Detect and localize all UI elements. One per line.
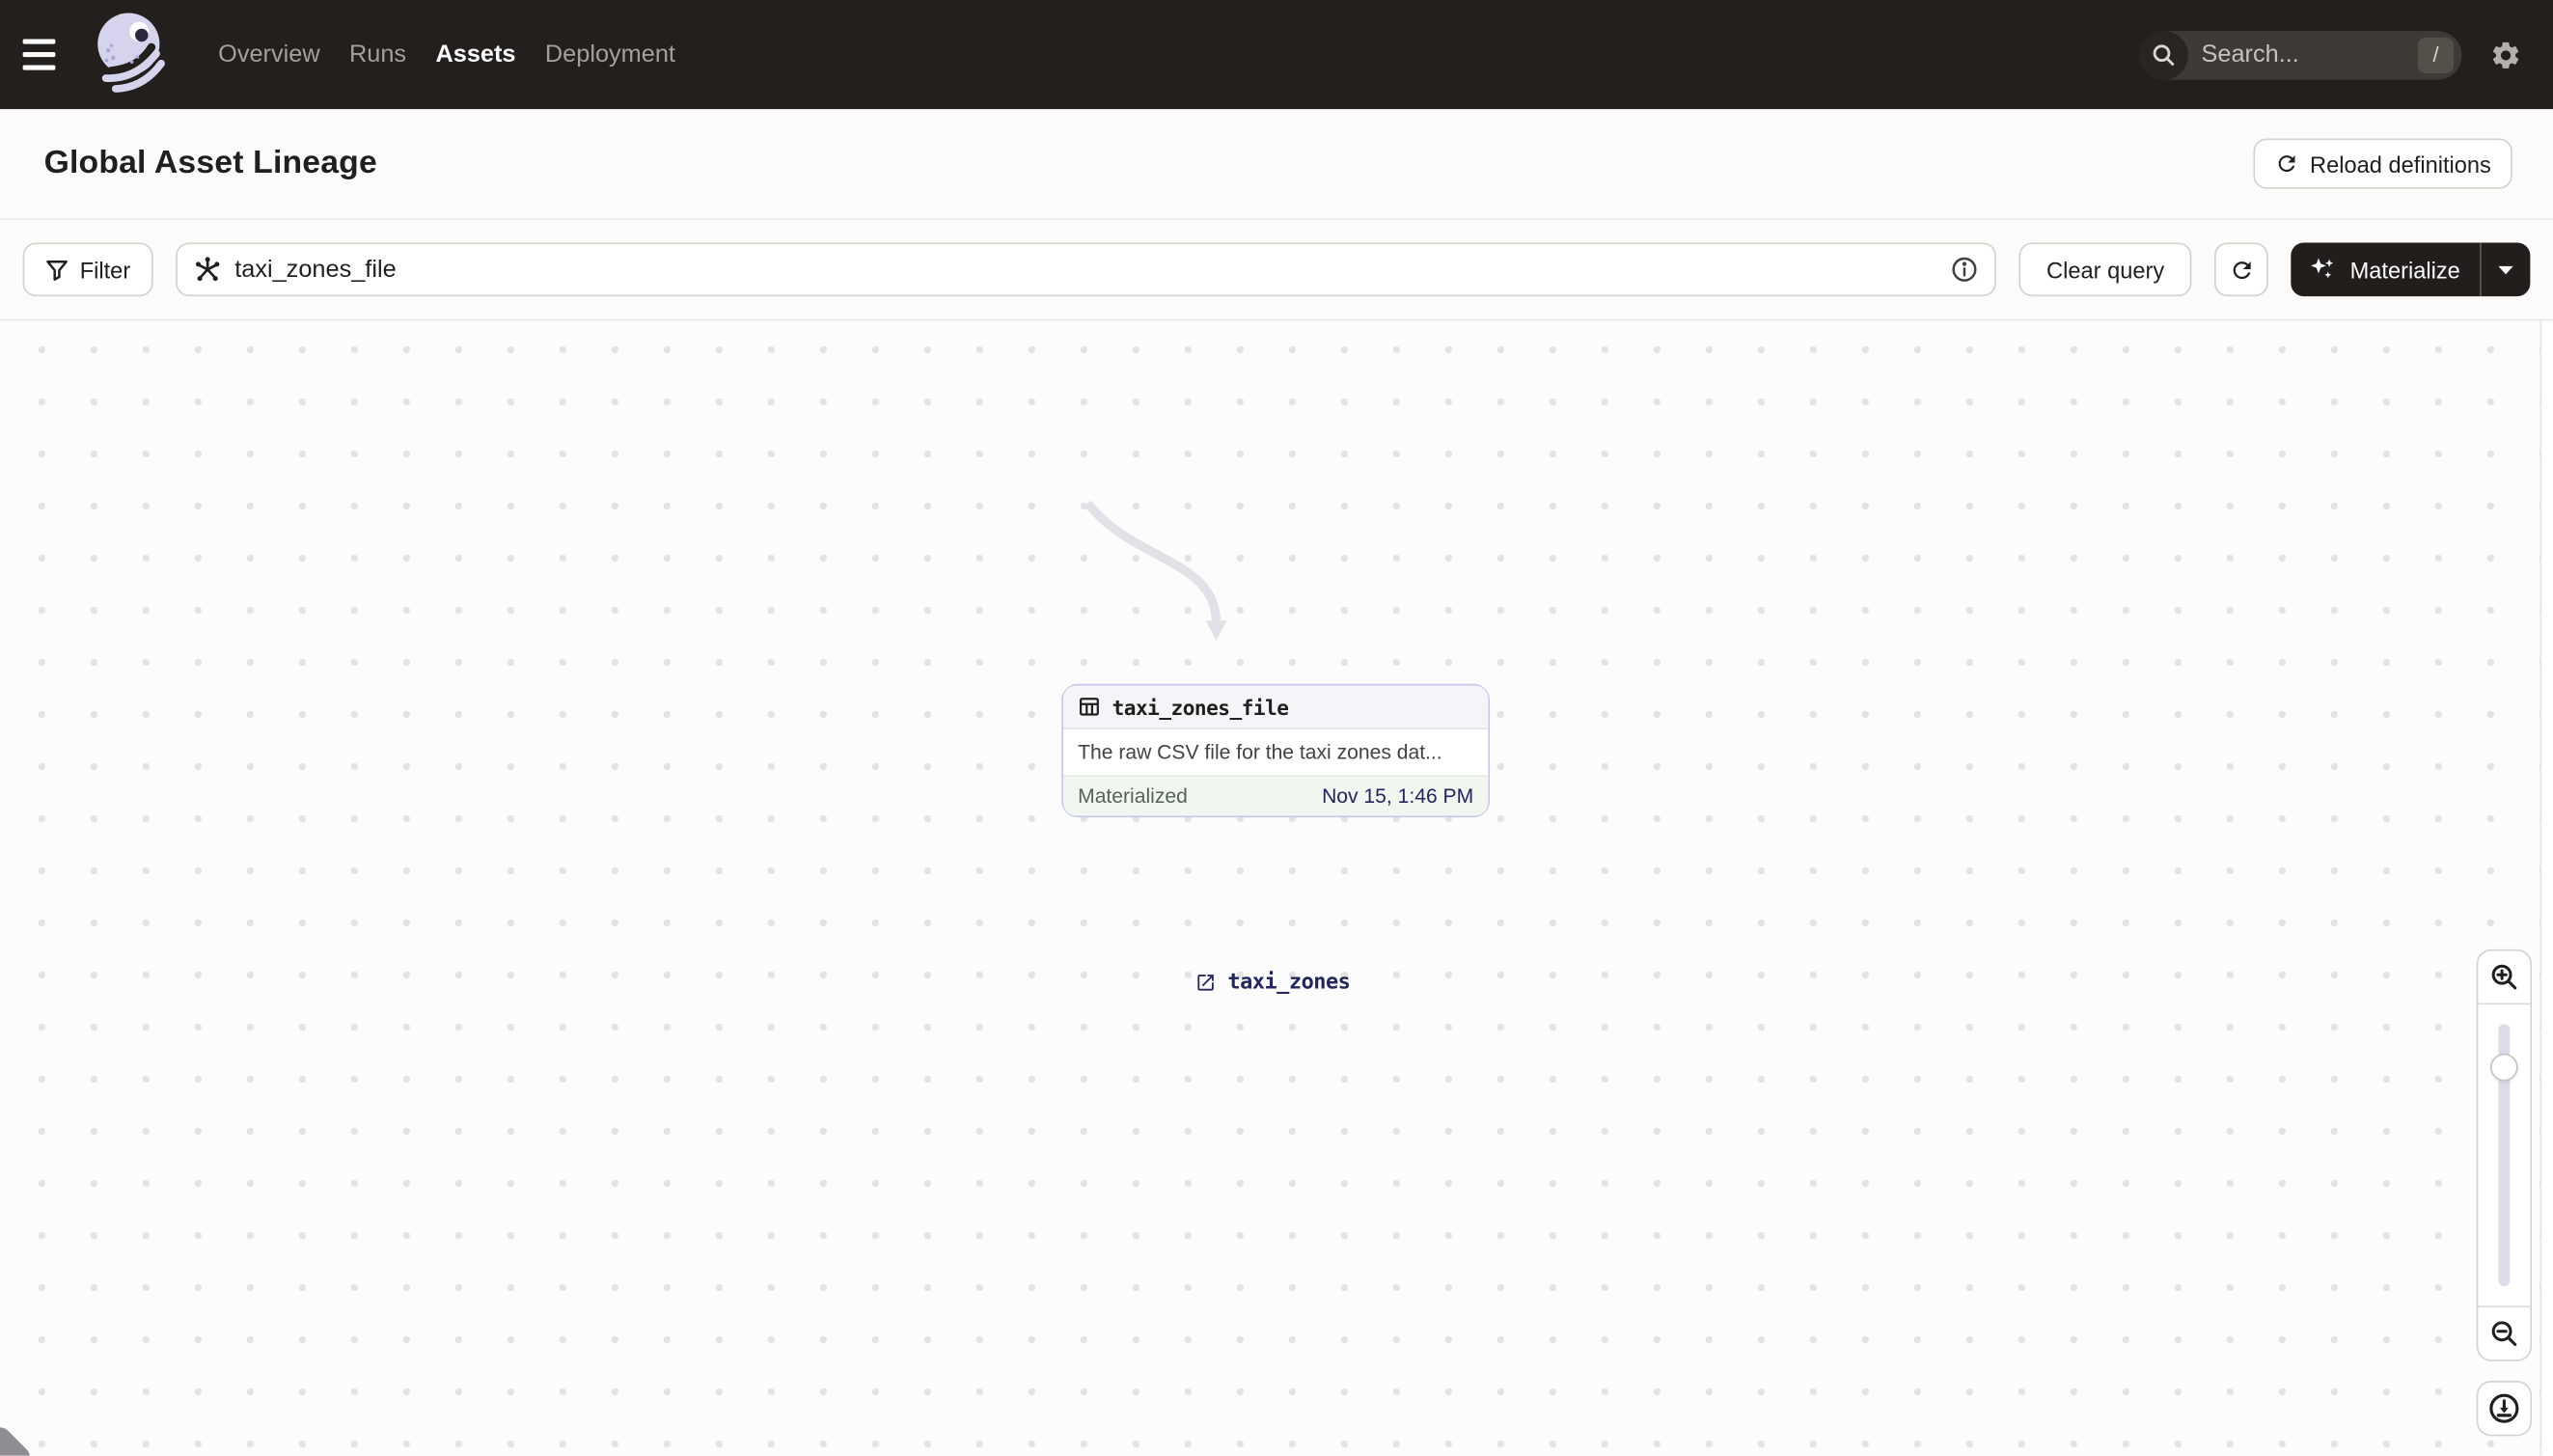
asset-query-input[interactable] bbox=[234, 256, 1937, 284]
lineage-toolbar: Filter Clear query bbox=[0, 220, 2553, 321]
downstream-asset-link[interactable]: taxi_zones bbox=[1195, 971, 1351, 995]
filter-label: Filter bbox=[80, 257, 131, 283]
asset-node-taxi-zones-file[interactable]: taxi_zones_file The raw CSV file for the… bbox=[1061, 684, 1490, 817]
download-icon bbox=[2488, 1392, 2521, 1425]
materialization-timestamp[interactable]: Nov 15, 1:46 PM bbox=[1322, 784, 1473, 808]
sparkle-icon bbox=[2309, 256, 2337, 284]
cropped-corner-element bbox=[0, 1423, 35, 1456]
nav-item-assets[interactable]: Assets bbox=[435, 41, 515, 69]
filter-button[interactable]: Filter bbox=[23, 242, 153, 296]
open-in-new-icon bbox=[1195, 972, 1217, 993]
refresh-lineage-button[interactable] bbox=[2215, 242, 2269, 296]
search-icon bbox=[2139, 30, 2188, 79]
download-image-button[interactable] bbox=[2477, 1381, 2532, 1436]
zoom-control-panel bbox=[2477, 949, 2532, 1361]
zoom-out-button[interactable] bbox=[2478, 1305, 2530, 1360]
nav-item-overview[interactable]: Overview bbox=[218, 41, 319, 69]
asset-query-field[interactable] bbox=[176, 242, 1995, 296]
menu-icon[interactable] bbox=[23, 27, 78, 82]
materialize-split-button: Materialize bbox=[2292, 242, 2531, 296]
zoom-slider-thumb[interactable] bbox=[2490, 1054, 2518, 1082]
funnel-icon bbox=[45, 258, 69, 281]
primary-nav: Overview Runs Assets Deployment bbox=[218, 41, 675, 69]
materialize-label: Materialize bbox=[2350, 257, 2460, 283]
materialize-button[interactable]: Materialize bbox=[2292, 242, 2480, 296]
zoom-in-button[interactable] bbox=[2478, 951, 2530, 1005]
page-header: Global Asset Lineage Reload definitions bbox=[0, 109, 2553, 220]
top-navbar: Overview Runs Assets Deployment / bbox=[0, 0, 2553, 109]
asset-node-footer: Materialized Nov 15, 1:46 PM bbox=[1063, 775, 1488, 815]
materialization-status: Materialized bbox=[1078, 784, 1188, 808]
reload-definitions-button[interactable]: Reload definitions bbox=[2253, 138, 2512, 188]
app-window: Overview Runs Assets Deployment / Global… bbox=[0, 0, 2553, 1456]
materialize-dropdown-button[interactable] bbox=[2482, 242, 2531, 296]
reload-definitions-label: Reload definitions bbox=[2310, 151, 2491, 177]
table-icon bbox=[1078, 696, 1101, 719]
global-search[interactable]: / bbox=[2139, 30, 2461, 79]
asset-node-title: taxi_zones_file bbox=[1112, 695, 1289, 719]
clear-query-label: Clear query bbox=[2046, 257, 2164, 283]
refresh-icon bbox=[2229, 257, 2255, 283]
gear-icon[interactable] bbox=[2478, 27, 2533, 82]
refresh-icon bbox=[2274, 151, 2298, 176]
zoom-in-icon bbox=[2489, 962, 2518, 991]
dagster-logo-icon[interactable] bbox=[95, 9, 176, 100]
clear-query-button[interactable]: Clear query bbox=[2018, 242, 2192, 296]
search-input[interactable] bbox=[2188, 41, 2418, 69]
search-shortcut-badge: / bbox=[2418, 37, 2454, 72]
nav-item-runs[interactable]: Runs bbox=[349, 41, 406, 69]
asset-node-header: taxi_zones_file bbox=[1063, 685, 1488, 729]
chevron-down-icon bbox=[2498, 264, 2514, 274]
nav-item-deployment[interactable]: Deployment bbox=[545, 41, 675, 69]
downstream-asset-label: taxi_zones bbox=[1227, 971, 1350, 995]
zoom-out-icon bbox=[2489, 1319, 2518, 1348]
zoom-slider bbox=[2478, 1004, 2530, 1305]
lineage-canvas[interactable]: taxi_zones_file The raw CSV file for the… bbox=[0, 320, 2553, 1455]
asset-node-description: The raw CSV file for the taxi zones dat.… bbox=[1063, 729, 1488, 775]
info-icon[interactable] bbox=[1950, 256, 1978, 284]
graph-query-icon bbox=[194, 256, 222, 284]
page-title: Global Asset Lineage bbox=[44, 145, 377, 182]
scrollbar-gutter[interactable] bbox=[2540, 320, 2553, 1455]
